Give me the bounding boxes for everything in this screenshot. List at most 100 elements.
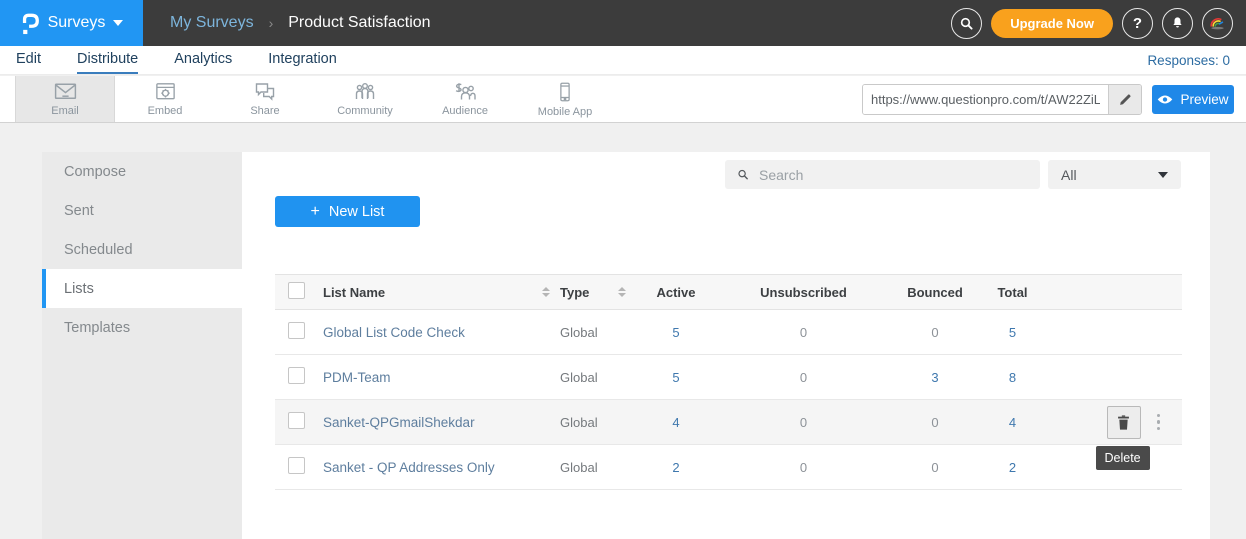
sidebar-item-lists[interactable]: Lists [42,269,242,308]
upgrade-button[interactable]: Upgrade Now [991,9,1113,38]
lists-panel: All + New List List Name Type [242,152,1210,539]
total-count[interactable]: 4 [1009,415,1016,430]
channel-community[interactable]: Community [315,76,415,122]
help-button[interactable]: ? [1122,8,1153,39]
table-row: Global List Code Check Global 5 0 0 5 [275,310,1182,355]
row-checkbox[interactable] [288,457,305,474]
plus-icon: + [311,203,320,221]
search-button[interactable] [951,8,982,39]
sidebar-item-templates[interactable]: Templates [42,308,242,347]
eye-icon [1157,94,1173,105]
row-menu-button[interactable] [1155,412,1163,433]
header-type: Type [560,285,589,300]
delete-list-button[interactable] [1107,406,1141,439]
tab-distribute[interactable]: Distribute [77,46,138,74]
pencil-icon [1118,93,1132,107]
header-active: Active [640,285,712,300]
top-bar: Surveys My Surveys › Product Satisfactio… [0,0,1246,46]
chevron-down-icon [113,20,123,26]
unsubscribed-count[interactable]: 0 [800,325,807,340]
table-row: PDM-Team Global 5 0 3 8 [275,355,1182,400]
bounced-count[interactable]: 0 [931,415,938,430]
breadcrumb: My Surveys › Product Satisfaction [170,14,431,32]
notifications-button[interactable] [1162,8,1193,39]
sidebar-item-sent[interactable]: Sent [42,191,242,230]
email-icon [53,81,78,102]
tab-integration[interactable]: Integration [268,46,337,74]
active-count[interactable]: 5 [672,325,679,340]
list-name-link[interactable]: Sanket-QPGmailShekdar [323,415,475,430]
sort-icon[interactable] [618,287,626,297]
search-icon [959,16,974,31]
delete-tooltip: Delete [1096,446,1150,470]
table-header-row: List Name Type Active Unsubscribed Bounc… [275,274,1182,310]
total-count[interactable]: 5 [1009,325,1016,340]
active-count[interactable]: 4 [672,415,679,430]
active-count[interactable]: 5 [672,370,679,385]
channel-embed[interactable]: Embed [115,76,215,122]
header-bounced: Bounced [895,285,975,300]
filter-dropdown[interactable]: All [1048,160,1181,189]
content-area: Compose Sent Scheduled Lists Templates A… [0,124,1246,539]
survey-nav: Edit Distribute Analytics Integration Re… [0,46,1246,75]
bounced-count[interactable]: 3 [931,370,938,385]
search-input[interactable] [759,167,1028,183]
preview-button[interactable]: Preview [1152,85,1234,114]
tab-analytics[interactable]: Analytics [174,46,232,74]
trash-icon [1116,414,1131,431]
active-count[interactable]: 2 [672,460,679,475]
channel-share[interactable]: Share [215,76,315,122]
header-unsubscribed: Unsubscribed [712,285,895,300]
avatar-gauge-icon [1208,15,1227,32]
edit-url-button[interactable] [1108,85,1141,114]
product-switcher[interactable]: Surveys [0,0,143,46]
sidebar-item-compose[interactable]: Compose [42,152,242,191]
header-list-name: List Name [323,285,385,300]
breadcrumb-current: Product Satisfaction [288,14,430,32]
table-row: Sanket-QPGmailShekdar Global 4 0 0 4 Del… [275,400,1182,445]
tab-edit[interactable]: Edit [16,46,41,74]
share-icon [253,81,277,102]
list-search [725,160,1040,189]
embed-icon [154,81,177,102]
list-name-link[interactable]: Global List Code Check [323,325,465,340]
total-count[interactable]: 2 [1009,460,1016,475]
sort-icon[interactable] [542,287,550,297]
search-icon [737,168,749,181]
responses-count[interactable]: Responses: 0 [1147,53,1230,68]
row-checkbox[interactable] [288,412,305,429]
new-list-button[interactable]: + New List [275,196,420,227]
lists-table: List Name Type Active Unsubscribed Bounc… [275,274,1182,490]
community-icon [353,81,377,102]
app-window: Surveys My Surveys › Product Satisfactio… [0,0,1246,539]
sidebar-item-scheduled[interactable]: Scheduled [42,230,242,269]
bounced-count[interactable]: 0 [931,460,938,475]
distribute-toolbar: Email Embed Share Community Audience Mob… [0,76,1246,123]
unsubscribed-count[interactable]: 0 [800,415,807,430]
topbar-actions: Upgrade Now ? [951,8,1246,39]
row-checkbox[interactable] [288,322,305,339]
breadcrumb-my-surveys[interactable]: My Surveys [170,14,254,32]
email-sidebar: Compose Sent Scheduled Lists Templates [42,152,242,539]
total-count[interactable]: 8 [1009,370,1016,385]
list-name-link[interactable]: Sanket - QP Addresses Only [323,460,495,475]
row-checkbox[interactable] [288,367,305,384]
channel-mobile-app[interactable]: Mobile App [515,76,615,122]
select-all-checkbox[interactable] [288,282,305,299]
chevron-down-icon [1158,172,1168,178]
account-avatar[interactable] [1202,8,1233,39]
list-name-link[interactable]: PDM-Team [323,370,391,385]
bounced-count[interactable]: 0 [931,325,938,340]
breadcrumb-separator: › [269,15,274,31]
survey-link-group [862,84,1142,115]
unsubscribed-count[interactable]: 0 [800,460,807,475]
mobile-app-icon [554,81,576,103]
survey-url-input[interactable] [863,85,1108,114]
header-total: Total [975,285,1050,300]
questionpro-logo-icon [20,11,40,36]
channel-audience[interactable]: Audience [415,76,515,122]
unsubscribed-count[interactable]: 0 [800,370,807,385]
channel-email[interactable]: Email [15,76,115,122]
bell-icon [1170,15,1185,31]
audience-icon [453,81,477,102]
